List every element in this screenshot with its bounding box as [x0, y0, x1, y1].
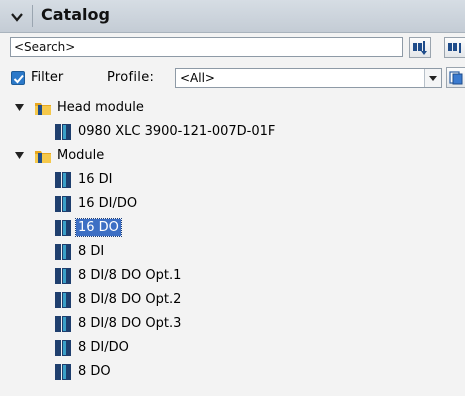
search-input[interactable]: <Search> [10, 37, 403, 57]
profile-select-value: <All> [180, 71, 215, 85]
tree-item-label: 16 DO [75, 218, 122, 237]
tree-item[interactable]: 8 DI/8 DO Opt.1 [0, 264, 465, 288]
profile-settings-icon [449, 71, 463, 85]
module-icon [55, 340, 71, 356]
module-icon [55, 124, 71, 140]
tree-item-selected[interactable]: 16 DO [0, 216, 465, 240]
tree-item[interactable]: 8 DO [0, 360, 465, 384]
module-icon [55, 244, 71, 260]
tree-item[interactable]: 16 DI/DO [0, 192, 465, 216]
filter-label: Filter [31, 70, 64, 85]
checkmark-icon [13, 74, 24, 84]
header-separator [32, 5, 33, 27]
tree-item-label: 8 DI/8 DO Opt.3 [78, 316, 182, 331]
tree-item-label: 16 DI/DO [78, 196, 138, 211]
module-icon [55, 220, 71, 236]
profile-label: Profile: [107, 70, 155, 85]
search-up-icon [448, 43, 461, 53]
tree-node-head-module[interactable]: Head module [0, 96, 465, 120]
tree-item-label: 8 DI [78, 244, 105, 259]
tree-item[interactable]: 8 DI [0, 240, 465, 264]
tree-label-head-item: 0980 XLC 3900-121-007D-01F [78, 124, 276, 139]
folder-icon [35, 151, 51, 163]
tree-item[interactable]: 8 DI/DO [0, 336, 465, 360]
dropdown-arrow-icon[interactable] [424, 69, 441, 87]
filter-row: Filter Profile: <All> [0, 67, 465, 89]
tree-item[interactable]: 16 DI [0, 168, 465, 192]
tree-item-label: 8 DO [78, 364, 111, 379]
folder-icon [35, 103, 51, 115]
tree-item-label: 8 DI/8 DO Opt.2 [78, 292, 182, 307]
tree-item-label: 16 DI [78, 172, 113, 187]
module-icon [55, 292, 71, 308]
tree-item-label: 8 DI/DO [78, 340, 129, 355]
tree-item[interactable]: 8 DI/8 DO Opt.2 [0, 288, 465, 312]
module-icon [55, 364, 71, 380]
tree-label-module: Module [57, 148, 105, 163]
module-icon [55, 172, 71, 188]
chevron-down-icon[interactable] [9, 9, 25, 25]
tree-node-head-item[interactable]: 0980 XLC 3900-121-007D-01F [0, 120, 465, 144]
panel-title: Catalog [41, 5, 110, 24]
tree-node-module[interactable]: Module [0, 144, 465, 168]
module-icon [55, 196, 71, 212]
search-down-button[interactable] [409, 37, 431, 58]
expanded-triangle-icon[interactable] [15, 152, 24, 159]
module-icon [55, 268, 71, 284]
filter-checkbox[interactable] [11, 71, 25, 85]
module-icon [55, 316, 71, 332]
tree-label-head-module: Head module [57, 100, 144, 115]
expanded-triangle-icon[interactable] [15, 104, 24, 111]
catalog-header[interactable]: Catalog [0, 0, 465, 33]
profile-select[interactable]: <All> [175, 68, 442, 88]
search-up-button[interactable] [444, 37, 465, 58]
profile-settings-button[interactable] [446, 67, 465, 88]
tree-item-label: 8 DI/8 DO Opt.1 [78, 268, 182, 283]
search-down-icon [413, 41, 427, 55]
tree-item[interactable]: 8 DI/8 DO Opt.3 [0, 312, 465, 336]
